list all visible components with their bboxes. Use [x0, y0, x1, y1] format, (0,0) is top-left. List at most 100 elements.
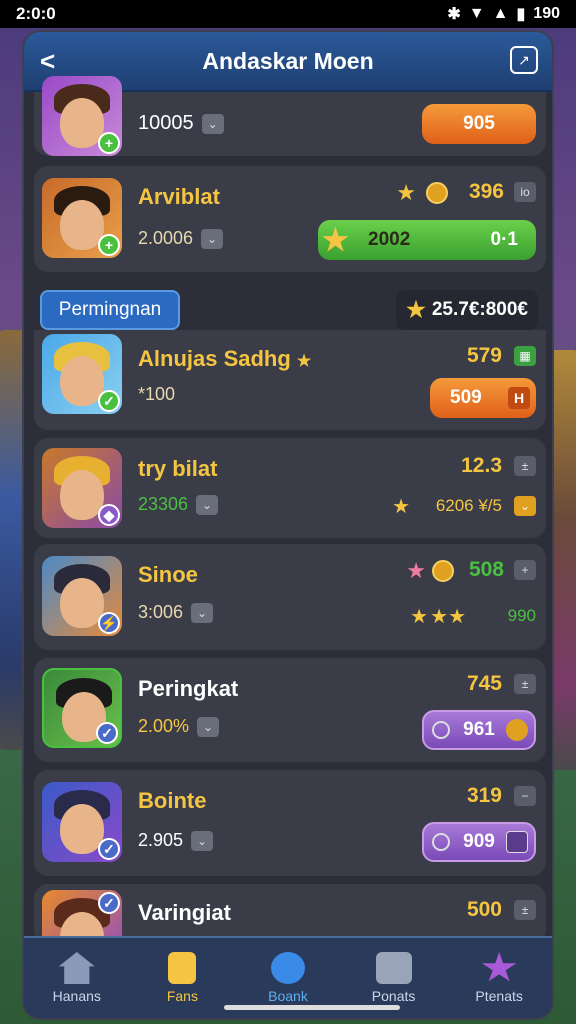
status-time: 2:0:0 [16, 4, 56, 23]
button-value: 909 [463, 831, 495, 852]
player-name: try bilat [138, 456, 218, 481]
lock-icon [168, 952, 197, 984]
home-icon [58, 952, 95, 984]
nav-label: Boank [268, 988, 308, 1004]
info-icon[interactable]: ± [514, 456, 536, 476]
bluetooth-icon: ✱ [447, 6, 461, 23]
section-score: ★ 25.7€:800€ [396, 290, 538, 330]
info-icon[interactable]: io [514, 182, 536, 202]
chevron-down-icon[interactable]: ⌄ [201, 113, 224, 134]
nav-label: Ponats [371, 988, 416, 1004]
star-icon: ★ [322, 223, 349, 257]
player-score: 23306 [138, 494, 189, 514]
nav-item-boank[interactable]: Boank [240, 952, 336, 1004]
page-title: Andaskar Moen [202, 47, 374, 74]
coin-icon [426, 182, 448, 204]
chevron-down-icon[interactable]: ⌄ [191, 831, 214, 852]
player-score: 2.00% [138, 716, 190, 736]
chevron-down-icon[interactable]: ⌄ [197, 717, 220, 738]
check-icon: ✓ [96, 722, 118, 744]
add-icon[interactable]: + [514, 560, 536, 580]
list-item[interactable]: ⚡ Sinoe 3:006 ⌄ ★ 508 + ★ ★★ 990 [34, 544, 546, 650]
button-value: 961 [463, 719, 495, 740]
check-icon: ✓ [98, 838, 120, 860]
progress-button[interactable]: ★ 2002 0·1 [318, 220, 536, 260]
star-icon: ★ [406, 297, 426, 322]
player-value: 508 [468, 558, 504, 581]
button-value: 509 [450, 387, 482, 408]
signal-icon: ▲ [492, 5, 509, 22]
coin-icon [432, 833, 450, 851]
coin-icon [432, 721, 450, 739]
nav-item-ponats[interactable]: Ponats [346, 952, 442, 1004]
chevron-down-icon[interactable]: ⌄ [201, 229, 224, 250]
player-score: 2.0006 [138, 228, 194, 248]
star-icon: ★ [396, 180, 416, 205]
player-value: 319 [466, 784, 502, 807]
chevron-down-icon[interactable]: ⌄ [514, 496, 536, 516]
share-icon[interactable]: ↗ [510, 46, 538, 74]
section-score-value: 25.7€:800€ [431, 299, 528, 320]
chat-icon [375, 952, 412, 984]
value-button[interactable]: 509 H [430, 378, 536, 418]
home-indicator[interactable] [224, 1005, 400, 1010]
list-item[interactable]: ✓ Bointe 2.905 ⌄ 319 − 909 [34, 770, 546, 876]
section-label[interactable]: Permingnan [40, 290, 180, 330]
list-item[interactable]: ◆ try bilat 23306 ⌄ 12.3 ± ★ 6206 ¥/5 ⌄ [34, 438, 546, 538]
player-score: 3:006 [138, 602, 184, 622]
player-value: 745 [466, 672, 502, 695]
check-icon: ✓ [98, 390, 120, 412]
player-name: Alnujas Sadhg [138, 346, 291, 371]
check-icon: ✓ [98, 892, 120, 914]
chevron-down-icon[interactable]: ⌄ [191, 603, 214, 624]
player-name: Varingiat [138, 900, 231, 925]
player-name: Peringkat [138, 676, 239, 701]
star-icon [481, 952, 517, 982]
list-item[interactable]: ✓ Peringkat 2.00% ⌄ 745 ± 961 [34, 658, 546, 762]
planet-icon [270, 952, 305, 984]
star-icon: ★ [406, 558, 426, 583]
coin-icon [432, 560, 454, 582]
nav-item-fans[interactable]: Fans [134, 952, 230, 1004]
button-right-value: 0·1 [490, 229, 518, 250]
add-icon: + [98, 234, 120, 256]
chevron-down-icon[interactable]: ⌄ [196, 495, 219, 516]
stars-icon: ★★ [430, 606, 466, 628]
add-icon: + [98, 132, 120, 154]
nav-label: Hanans [52, 988, 101, 1004]
bolt-icon: ⚡ [98, 612, 120, 634]
player-name: Arviblat [138, 184, 220, 209]
nav-item-home[interactable]: Hanans [29, 952, 125, 1004]
star-icon: ★ [410, 606, 428, 628]
player-name: Bointe [138, 788, 207, 813]
player-value: 12.3 [461, 454, 502, 477]
battery-level: 190 [533, 5, 560, 22]
battery-icon: ▮ [516, 6, 526, 23]
list-item[interactable]: + 10005 ⌄ 905 [34, 76, 546, 156]
list-item[interactable]: ✓ Varingiat 500 ± [34, 884, 546, 970]
back-arrow-icon[interactable]: < [40, 46, 55, 77]
nav-label: Ptenats [475, 988, 523, 1004]
player-value: 396 [468, 180, 504, 203]
player-score: *100 [138, 384, 176, 404]
nav-item-ptenats[interactable]: Ptenats [451, 952, 547, 1004]
add-icon[interactable]: ± [514, 674, 536, 694]
minus-icon[interactable]: − [514, 786, 536, 806]
value-button[interactable]: 905 [422, 104, 536, 144]
player-value: 579 [466, 344, 502, 367]
player-score: 2.905 [138, 830, 184, 850]
grid-icon[interactable]: ▦ [514, 346, 536, 366]
list-item[interactable]: ✓ Alnujas Sadhg ★ *100 579 ▦ 509 H [34, 330, 546, 430]
status-bar: 2:0:0 ✱ ▼ ▲ ▮ 190 [0, 0, 576, 28]
star-icon: ★ [392, 496, 410, 518]
value-button[interactable]: 909 [422, 822, 536, 862]
nav-label: Fans [166, 988, 198, 1004]
player-value: 500 [466, 898, 502, 921]
avatar: ✓ [42, 334, 122, 414]
reward-text: 990 [507, 606, 536, 625]
avatar: ⚡ [42, 556, 122, 636]
list-item[interactable]: + Arviblat 2.0006 ⌄ ★ 396 io ★ 2002 0·1 [34, 166, 546, 272]
add-icon[interactable]: ± [514, 900, 536, 920]
avatar: ◆ [42, 448, 122, 528]
value-button[interactable]: 961 [422, 710, 536, 750]
